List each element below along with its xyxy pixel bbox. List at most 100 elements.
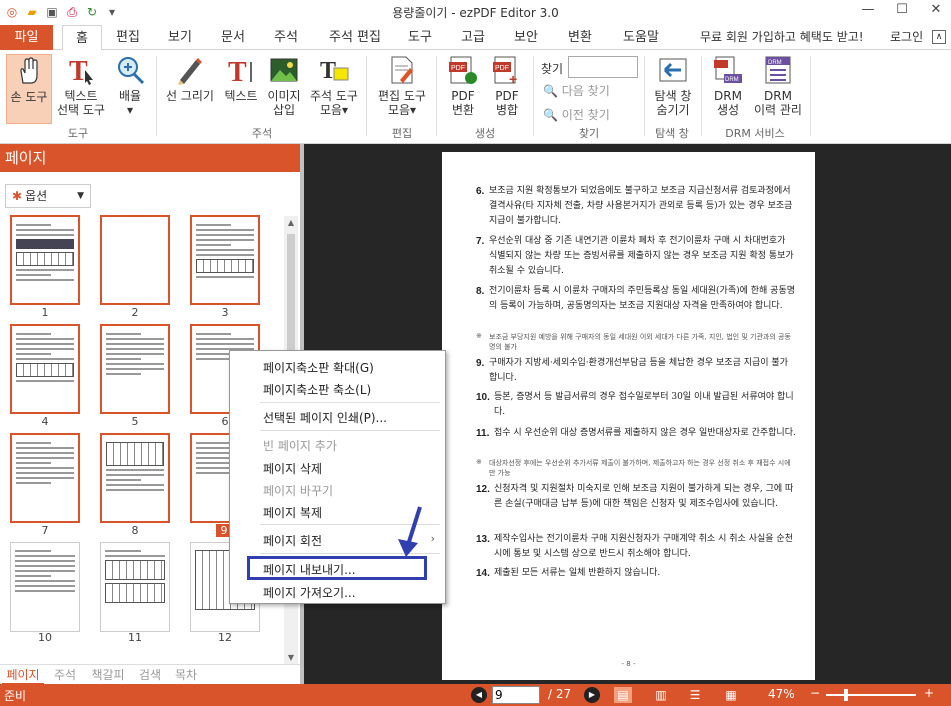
text-button[interactable]: T 텍스트 bbox=[220, 54, 262, 103]
save-icon[interactable]: ▣ bbox=[44, 4, 60, 20]
quick-access-toolbar: ◎ ▰ ▣ ⎙ ↻ ▾ bbox=[0, 4, 120, 20]
zoom-out-icon[interactable]: − bbox=[810, 686, 820, 700]
doc-item-number: 12. bbox=[476, 484, 490, 495]
single-page-view-icon[interactable]: ▤ bbox=[614, 687, 632, 703]
find-label: 찾기 bbox=[541, 62, 564, 76]
page-thumbnail[interactable] bbox=[190, 215, 260, 305]
zoom-button[interactable]: 배율 ▾ bbox=[112, 54, 148, 117]
edit-tools-button[interactable]: 편집 도구 모음▾ bbox=[372, 54, 432, 117]
doc-item-text: 우선순위 대상 중 기존 내연기관 이륜차 폐차 후 전기이륜차 구매 시 차대… bbox=[489, 236, 794, 276]
continuous-view-icon[interactable]: ☰ bbox=[686, 687, 704, 703]
pdf-convert-button[interactable]: PDF PDF 변환 bbox=[442, 54, 484, 117]
page-thumbnail[interactable] bbox=[100, 215, 170, 305]
hide-nav-button[interactable]: 탐색 창 숨기기 bbox=[648, 54, 698, 117]
menu-item-import-pages[interactable]: 페이지 가져오기... bbox=[263, 584, 356, 601]
menu-item-delete-page[interactable]: 페이지 삭제 bbox=[263, 460, 322, 477]
panel-tab-bookmarks[interactable]: 책갈피 bbox=[86, 665, 130, 685]
tab-document[interactable]: 문서 bbox=[213, 25, 253, 50]
panel-tab-annotations[interactable]: 주석 bbox=[48, 665, 82, 685]
maximize-button[interactable]: ☐ bbox=[891, 2, 913, 17]
menu-item-enlarge-thumbnails[interactable]: 페이지축소판 확대(G) bbox=[263, 359, 374, 376]
ribbon-collapse-icon[interactable]: ∧ bbox=[932, 30, 946, 44]
doc-note-text: 대상자선정 후에는 우선순위 추가서류 제출이 불가하며, 제출하고자 하는 경… bbox=[489, 459, 791, 477]
page-thumbnail[interactable] bbox=[100, 542, 170, 632]
tab-security[interactable]: 보안 bbox=[506, 25, 546, 50]
close-button[interactable]: ✕ bbox=[925, 2, 947, 17]
ribbon-separator bbox=[810, 56, 811, 136]
promo-link[interactable]: 무료 회원 가입하고 혜택도 받고! bbox=[700, 25, 864, 50]
tab-help[interactable]: 도움말 bbox=[614, 25, 668, 50]
panel-tabs: 페이지 주석 책갈피 검색 목차 bbox=[0, 664, 300, 685]
pdf-merge-button[interactable]: PDF + PDF 병합 bbox=[486, 54, 528, 117]
find-prev-button[interactable]: 🔍 이전 찾기 bbox=[543, 106, 610, 123]
tab-advanced[interactable]: 고급 bbox=[453, 25, 493, 50]
find-input[interactable] bbox=[568, 56, 638, 78]
print-icon[interactable]: ⎙ bbox=[64, 4, 80, 20]
zoom-slider-handle[interactable] bbox=[844, 689, 848, 701]
doc-item-number: 10. bbox=[476, 392, 490, 403]
ribbon-separator bbox=[436, 56, 437, 136]
drm-create-label-1: DRM bbox=[714, 89, 742, 103]
scroll-down-icon[interactable]: ▼ bbox=[284, 653, 298, 662]
panel-tab-search[interactable]: 검색 bbox=[134, 665, 166, 685]
menu-item-duplicate-page[interactable]: 페이지 복제 bbox=[263, 504, 322, 521]
tab-convert[interactable]: 변환 bbox=[560, 25, 600, 50]
draw-line-button[interactable]: 선 그리기 bbox=[162, 54, 218, 103]
zoom-slider[interactable] bbox=[826, 694, 916, 696]
menu-item-shrink-thumbnails[interactable]: 페이지축소판 축소(L) bbox=[263, 381, 371, 398]
prev-page-icon[interactable]: ◀ bbox=[471, 687, 487, 703]
page-thumbnail[interactable] bbox=[10, 433, 80, 523]
page-thumbnail[interactable] bbox=[10, 542, 80, 632]
text-select-label-2: 선택 도구 bbox=[57, 103, 105, 117]
tab-edit[interactable]: 편집 bbox=[108, 25, 148, 50]
drm-create-button[interactable]: DRM DRM 생성 bbox=[706, 54, 750, 117]
doc-item-number: 11. bbox=[476, 428, 490, 439]
drm-create-label-2: 생성 bbox=[716, 103, 740, 117]
file-tab[interactable]: 파일 bbox=[0, 25, 53, 50]
edit-tools-label-2: 모음▾ bbox=[387, 103, 417, 117]
chevron-down-icon: ▼ bbox=[77, 191, 84, 201]
ribbon-separator bbox=[701, 56, 702, 136]
page-footer-number: - 8 - bbox=[621, 660, 636, 668]
panel-tab-toc[interactable]: 목차 bbox=[170, 665, 202, 685]
options-button[interactable]: ✱ 옵션 ▼ bbox=[5, 184, 91, 208]
tab-view[interactable]: 보기 bbox=[160, 25, 200, 50]
gear-icon: ✱ bbox=[12, 189, 23, 203]
next-page-icon[interactable]: ▶ bbox=[584, 687, 600, 703]
customize-icon[interactable]: ▾ bbox=[104, 4, 120, 20]
ribbon-separator bbox=[644, 56, 645, 136]
scroll-up-icon[interactable]: ▲ bbox=[284, 218, 298, 227]
facing-continuous-view-icon[interactable]: ▦ bbox=[722, 687, 740, 703]
drm-history-button[interactable]: DRM DRM 이력 관리 bbox=[752, 54, 804, 117]
pdf-merge-label-1: PDF bbox=[495, 89, 519, 103]
svg-text:DRM: DRM bbox=[768, 60, 782, 66]
text-select-button[interactable]: T 텍스트 선택 도구 bbox=[52, 54, 110, 117]
menu-item-print-selected[interactable]: 선택된 페이지 인쇄(P)... bbox=[263, 409, 387, 426]
two-page-view-icon[interactable]: ▥ bbox=[652, 687, 670, 703]
refresh-icon[interactable]: ↻ bbox=[84, 4, 100, 20]
find-next-button[interactable]: 🔍 다음 찾기 bbox=[543, 82, 610, 99]
hide-nav-label-2: 숨기기 bbox=[656, 103, 690, 117]
login-link[interactable]: 로그인 bbox=[890, 25, 923, 50]
pencil-icon bbox=[178, 58, 202, 85]
panel-tab-pages[interactable]: 페이지 bbox=[2, 665, 44, 685]
zoom-in-icon[interactable]: + bbox=[924, 686, 934, 700]
tab-annotation[interactable]: 주석 bbox=[266, 25, 306, 50]
open-folder-icon[interactable]: ▰ bbox=[24, 4, 40, 20]
tab-annotation-edit[interactable]: 주석 편집 bbox=[320, 25, 390, 50]
page-thumbnail[interactable] bbox=[10, 215, 80, 305]
insert-image-button[interactable]: 이미지 삽입 bbox=[264, 54, 304, 117]
tab-tools[interactable]: 도구 bbox=[400, 25, 440, 50]
page-thumbnail[interactable] bbox=[10, 324, 80, 414]
menu-item-rotate-page[interactable]: 페이지 회전 bbox=[263, 532, 322, 549]
pdf-convert-label-1: PDF bbox=[451, 89, 475, 103]
tab-home[interactable]: 홈 bbox=[62, 25, 102, 51]
minimize-button[interactable]: — bbox=[857, 2, 879, 17]
page-thumbnail[interactable] bbox=[100, 324, 170, 414]
annotation-arrow-icon bbox=[398, 506, 422, 557]
page-number-input[interactable]: 9 bbox=[492, 686, 540, 704]
hand-tool-button[interactable]: 손 도구 bbox=[6, 54, 52, 124]
doc-item: 6. 보조금 지원 확정통보가 되었음에도 불구하고 보조금 지급신청서류 검토과… bbox=[476, 184, 796, 229]
page-thumbnail[interactable] bbox=[100, 433, 170, 523]
annotation-tools-button[interactable]: T 주석 도구 모음▾ bbox=[306, 54, 362, 117]
